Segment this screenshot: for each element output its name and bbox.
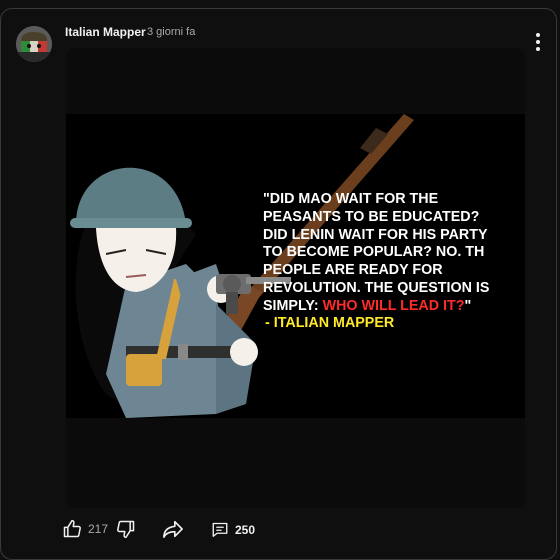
avatar-image [16, 26, 52, 62]
comment-count: 250 [235, 522, 256, 537]
channel-avatar[interactable] [16, 26, 52, 62]
dislike-button[interactable] [116, 519, 136, 539]
like-button[interactable]: 217 [62, 519, 108, 539]
quote-line: DID LENIN WAIT FOR HIS PARTY [263, 226, 488, 243]
quote-signature: - ITALIAN MAPPER [265, 315, 395, 331]
channel-name[interactable]: Italian Mapper [65, 25, 146, 39]
thumbs-down-icon [117, 520, 135, 539]
image-letterbox-bottom [66, 418, 525, 508]
quote-line-prefix: SIMPLY: [263, 297, 323, 314]
quote-line: REVOLUTION. THE QUESTION IS [263, 279, 490, 296]
quote-line: PEOPLE ARE READY FOR [263, 262, 443, 279]
quote-close: " [464, 297, 472, 314]
share-icon [163, 520, 183, 538]
share-button[interactable] [162, 519, 184, 539]
like-count: 217 [88, 522, 109, 536]
image-letterbox-top [66, 48, 525, 114]
comment-icon [212, 522, 228, 537]
quote-highlight: WHO WILL LEAD IT? [322, 297, 465, 314]
more-vert-icon[interactable] [533, 33, 543, 53]
quote-line: "DID MAO WAIT FOR THE [263, 191, 439, 207]
quote-line: PEASANTS TO BE EDUCATED? [263, 208, 480, 225]
quote-line: TO BECOME POPULAR? NO. TH [263, 244, 485, 261]
comments-button[interactable]: 250 [211, 521, 255, 538]
post-time[interactable]: 3 giorni fa [147, 26, 195, 38]
thumbs-up-icon [63, 519, 81, 538]
image-quote: "DID MAO WAIT FOR THE PEASANTS TO BE EDU… [263, 191, 525, 316]
